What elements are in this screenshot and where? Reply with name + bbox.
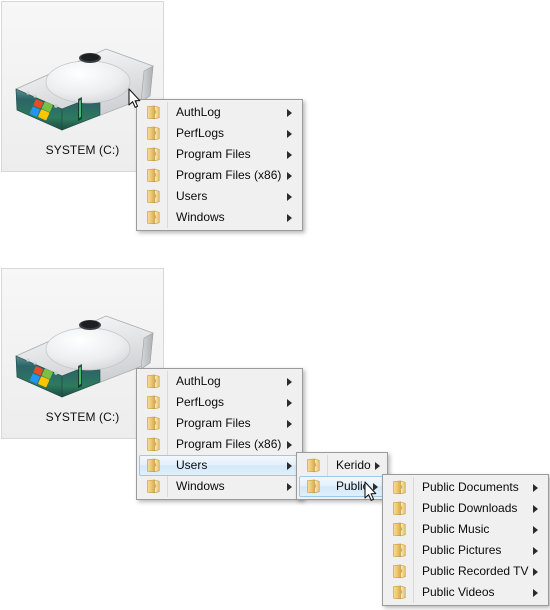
chevron-right-icon	[529, 478, 545, 497]
menu-item-label: Public Pictures	[422, 543, 502, 557]
chevron-right-icon	[529, 499, 545, 518]
menu-item[interactable]: Public Recorded TV	[385, 561, 546, 582]
context-menu-root-2[interactable]: AuthLog PerfLogs Program Files Program File…	[136, 368, 303, 500]
menu-item-label: Kerido	[336, 458, 371, 472]
menu-item-label: Program Files (x86)	[176, 437, 282, 451]
chevron-right-icon	[283, 103, 299, 122]
menu-item[interactable]: PerfLogs	[139, 123, 300, 144]
menu-item[interactable]: Public Documents	[385, 477, 546, 498]
menu-item-label: PerfLogs	[176, 126, 225, 140]
folder-icon	[140, 145, 168, 164]
menu-item-label: Public	[336, 479, 369, 493]
screenshot-root: SYSTEM (C:) AuthLog PerfLogs Program Files…	[0, 0, 550, 610]
submenu-users-items: Kerido Public	[299, 455, 385, 497]
menu-item-label: Program Files	[176, 416, 251, 430]
menu-item-label: AuthLog	[176, 374, 221, 388]
menu-item-label: Program Files (x86)	[176, 168, 282, 182]
menu-item[interactable]: Public Music	[385, 519, 546, 540]
chevron-right-icon	[283, 414, 299, 433]
folder-icon	[300, 477, 328, 496]
folder-icon	[386, 583, 414, 602]
folder-icon	[300, 456, 328, 475]
menu-item[interactable]: Users	[139, 455, 300, 476]
context-menu-root[interactable]: AuthLog PerfLogs Program Files Program File…	[136, 99, 303, 231]
folder-icon	[140, 208, 168, 227]
menu-item[interactable]: Windows	[139, 476, 300, 497]
folder-icon	[140, 372, 168, 391]
folder-icon	[140, 414, 168, 433]
folder-icon	[386, 520, 414, 539]
menu-item[interactable]: Program Files	[139, 144, 300, 165]
folder-icon	[140, 477, 168, 496]
menu-items-container: AuthLog PerfLogs Program Files Program File…	[139, 102, 300, 228]
menu-item[interactable]: Windows	[139, 207, 300, 228]
menu-item[interactable]: Program Files (x86)	[139, 165, 300, 186]
chevron-right-icon	[371, 456, 387, 475]
menu-item[interactable]: PerfLogs	[139, 392, 300, 413]
menu-item[interactable]: Program Files	[139, 413, 300, 434]
submenu-public-items: Public Documents Public Downloads Public M…	[385, 477, 546, 603]
menu-item-label: Program Files	[176, 147, 251, 161]
folder-icon	[140, 124, 168, 143]
menu-item-label: AuthLog	[176, 105, 221, 119]
menu-item[interactable]: AuthLog	[139, 371, 300, 392]
folder-icon	[140, 166, 168, 185]
submenu-public[interactable]: Public Documents Public Downloads Public M…	[382, 474, 549, 606]
folder-icon	[140, 393, 168, 412]
chevron-right-icon	[529, 520, 545, 539]
chevron-right-icon	[283, 208, 299, 227]
menu-item[interactable]: Program Files (x86)	[139, 434, 300, 455]
submenu-users[interactable]: Kerido Public	[296, 452, 388, 500]
folder-icon	[140, 187, 168, 206]
folder-icon	[140, 435, 168, 454]
chevron-right-icon	[529, 541, 545, 560]
folder-icon	[386, 541, 414, 560]
chevron-right-icon	[529, 583, 545, 602]
chevron-right-icon	[283, 166, 299, 185]
menu-item-label: Public Recorded TV	[422, 564, 529, 578]
chevron-right-icon	[283, 393, 299, 412]
menu-item[interactable]: AuthLog	[139, 102, 300, 123]
menu-item[interactable]: Public Downloads	[385, 498, 546, 519]
folder-icon	[140, 103, 168, 122]
menu-item-label: PerfLogs	[176, 395, 225, 409]
menu-item[interactable]: Users	[139, 186, 300, 207]
menu-item-label: Windows	[176, 479, 225, 493]
menu-item-label: Public Music	[422, 522, 490, 536]
menu-item-label: Public Documents	[422, 480, 519, 494]
menu-items-container-2: AuthLog PerfLogs Program Files Program File…	[139, 371, 300, 497]
menu-item-label: Users	[176, 189, 208, 203]
menu-item[interactable]: Public Pictures	[385, 540, 546, 561]
chevron-right-icon	[529, 562, 545, 581]
folder-icon	[386, 562, 414, 581]
menu-item[interactable]: Kerido	[299, 455, 385, 476]
folder-icon	[140, 456, 168, 475]
folder-icon	[386, 478, 414, 497]
chevron-right-icon	[283, 372, 299, 391]
menu-item-label: Public Downloads	[422, 501, 518, 515]
chevron-right-icon	[283, 145, 299, 164]
chevron-right-icon	[283, 187, 299, 206]
chevron-right-icon	[283, 124, 299, 143]
menu-item[interactable]: Public Videos	[385, 582, 546, 603]
menu-item[interactable]: Public	[299, 476, 385, 497]
menu-item-label: Users	[176, 458, 208, 472]
menu-item-label: Windows	[176, 210, 225, 224]
folder-icon	[386, 499, 414, 518]
menu-item-label: Public Videos	[422, 585, 495, 599]
